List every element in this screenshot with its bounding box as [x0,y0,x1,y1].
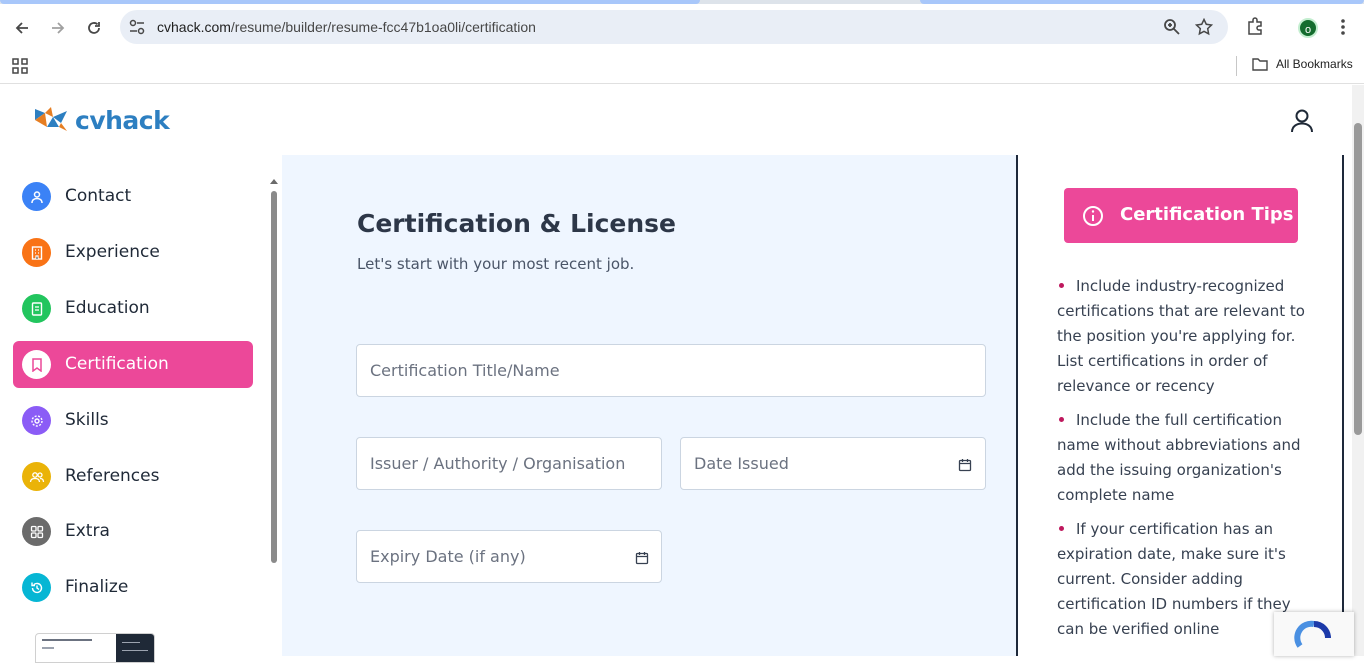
bookmarks-bar: All Bookmarks [0,50,1364,84]
calendar-icon[interactable] [635,551,649,565]
address-bar[interactable]: cvhack.com/resume/builder/resume-fcc47b1… [120,10,1228,44]
tip-text: Include the full certification name with… [1057,411,1301,504]
building-icon [22,238,51,267]
tips-panel: Certification Tips Include industry-reco… [1016,155,1344,656]
bookmarks-separator [1236,56,1237,76]
certification-tips-button[interactable]: Certification Tips [1064,188,1298,243]
resume-preview-thumbnail[interactable] [35,633,155,663]
page-title: Certification & License [357,209,676,238]
all-bookmarks-label: All Bookmarks [1276,57,1353,71]
bullet-icon [1059,525,1064,531]
sidebar-item-label: Certification [65,354,169,374]
calendar-icon[interactable] [958,458,972,472]
sidebar-item-references[interactable]: References [13,453,253,500]
sidebar-item-label: Extra [65,521,110,541]
folder-icon [1252,58,1268,71]
date-issued-input[interactable] [680,437,986,490]
sidebar-item-experience[interactable]: Experience [13,229,253,276]
browser-toolbar: cvhack.com/resume/builder/resume-fcc47b1… [0,4,1364,50]
sidebar-item-skills[interactable]: Skills [13,397,253,444]
info-icon [1083,206,1103,226]
url-text: cvhack.com/resume/builder/resume-fcc47b1… [157,19,536,35]
page-subtitle: Let's start with your most recent job. [357,255,635,273]
grid-icon [22,517,51,546]
forward-icon[interactable] [44,14,72,42]
sidebar-item-label: Skills [65,410,109,430]
recaptcha-icon [1294,620,1331,648]
tip-item: Include industry-recognized certificatio… [1057,274,1305,399]
page-scrollbar[interactable] [1352,85,1364,656]
sidebar-item-label: References [65,466,160,486]
logo-text: cvhack [75,105,170,135]
expiry-date-input[interactable] [356,530,662,583]
logo[interactable]: cvhack [33,105,170,135]
sidebar-item-label: Education [65,298,150,318]
tip-text: Include industry-recognized certificatio… [1057,277,1305,395]
back-icon[interactable] [8,14,36,42]
user-account-icon[interactable] [1288,107,1316,135]
recaptcha-badge[interactable] [1274,612,1354,656]
sidebar-item-finalize[interactable]: Finalize [13,564,253,611]
bullet-icon [1059,282,1064,288]
site-settings-icon[interactable] [128,19,146,35]
sidebar-item-contact[interactable]: Contact [13,173,253,220]
cvhack-logo-icon [35,107,67,131]
tip-item: Include the full certification name with… [1057,408,1305,508]
sidebar-item-label: Experience [65,242,160,262]
extensions-icon[interactable] [1246,17,1264,35]
sidebar-item-label: Finalize [65,577,129,597]
issuer-input[interactable] [356,437,662,490]
sidebar-item-education[interactable]: Education [13,285,253,332]
url-domain: cvhack.com [157,19,231,35]
bullet-icon [1059,416,1064,422]
apps-grid-icon[interactable] [12,58,28,74]
browser-menu-icon[interactable] [1340,18,1346,36]
sidebar-scrollbar[interactable] [268,179,280,579]
history-icon [22,573,51,602]
sidebar-nav: Contact Experience Education Certificati… [0,155,282,663]
bookmark-star-icon[interactable] [1195,18,1213,36]
all-bookmarks-button[interactable]: All Bookmarks [1252,57,1353,71]
book-icon [22,294,51,323]
tip-item: If your certification has an expiration … [1057,517,1305,642]
tip-text: If your certification has an expiration … [1057,520,1291,638]
certification-form: Certification & License Let's start with… [282,155,1016,656]
sidebar-item-extra[interactable]: Extra [13,508,253,555]
users-icon [22,462,51,491]
certification-title-input[interactable] [356,344,986,397]
gear-icon [22,406,51,435]
url-path: /resume/builder/resume-fcc47b1oa0li/cert… [230,19,536,35]
contact-icon [22,182,51,211]
page-content: cvhack Contact Experience Education Cert… [0,85,1352,663]
profile-avatar[interactable]: o [1298,18,1318,38]
reload-icon[interactable] [80,14,108,42]
sidebar-item-label: Contact [65,186,132,206]
sidebar-item-certification[interactable]: Certification [13,341,253,388]
zoom-icon[interactable] [1163,18,1181,36]
tips-button-label: Certification Tips [1120,204,1294,225]
bookmark-icon [22,350,51,379]
